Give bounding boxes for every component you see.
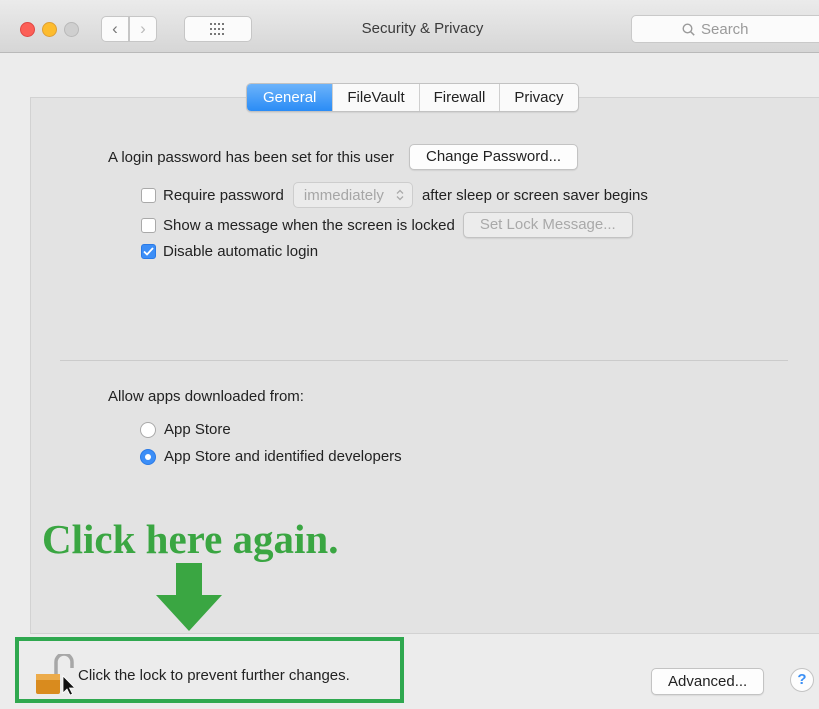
down-arrow-icon — [156, 563, 222, 631]
help-button[interactable]: ? — [790, 668, 814, 692]
disable-auto-login-row: Disable automatic login — [141, 243, 318, 260]
search-field[interactable]: Search — [631, 15, 819, 43]
require-password-checkbox[interactable] — [141, 187, 156, 203]
disable-auto-login-checkbox[interactable] — [141, 244, 156, 259]
chevron-right-icon: › — [140, 19, 146, 38]
show-message-label: Show a message when the screen is locked — [163, 216, 455, 234]
callout-text: Click here again. — [42, 516, 339, 562]
tab-filevault[interactable]: FileVault — [332, 84, 418, 111]
lock-open-icon[interactable] — [34, 654, 74, 696]
grid-icon — [210, 23, 224, 35]
search-icon — [682, 22, 695, 36]
section-divider — [60, 360, 788, 361]
login-password-text: A login password has been set for this u… — [108, 148, 394, 166]
require-password-row: Require password immediately after sleep… — [141, 182, 648, 208]
updown-chevron-icon — [396, 189, 404, 201]
close-window-button[interactable] — [20, 22, 35, 37]
show-message-row: Show a message when the screen is locked… — [141, 212, 633, 238]
tab-general[interactable]: General — [247, 84, 333, 111]
identified-developers-radio[interactable] — [140, 448, 156, 465]
search-placeholder: Search — [701, 20, 749, 38]
minimize-window-button[interactable] — [42, 22, 57, 37]
require-password-suffix: after sleep or screen saver begins — [421, 186, 648, 204]
require-password-label: Require password — [163, 186, 284, 204]
zoom-window-button[interactable] — [64, 22, 79, 37]
checkmark-icon — [143, 247, 154, 256]
show-all-button[interactable] — [184, 16, 252, 42]
radio-app-store-row: App Store — [140, 421, 231, 438]
back-button[interactable]: ‹ — [101, 16, 129, 42]
login-password-row: A login password has been set for this u… — [108, 144, 579, 170]
require-password-select[interactable]: immediately — [292, 182, 413, 208]
require-password-select-value: immediately — [303, 186, 384, 204]
identified-developers-label: App Store and identified developers — [164, 448, 402, 465]
tab-bar: General FileVault Firewall Privacy — [246, 83, 579, 112]
chevron-left-icon: ‹ — [112, 19, 118, 38]
forward-button[interactable]: › — [129, 16, 157, 42]
lock-label: Click the lock to prevent further change… — [78, 666, 350, 684]
title-bar: ‹ › Security & Privacy Search — [0, 0, 819, 53]
app-store-radio[interactable] — [140, 421, 156, 438]
disable-auto-login-label: Disable automatic login — [163, 243, 319, 260]
tab-privacy[interactable]: Privacy — [499, 84, 577, 111]
set-lock-message-button[interactable]: Set Lock Message... — [462, 212, 633, 238]
radio-identified-row: App Store and identified developers — [140, 448, 402, 465]
lock-row: Click the lock to prevent further change… — [34, 654, 350, 696]
tab-firewall[interactable]: Firewall — [418, 84, 500, 111]
window-title: Security & Privacy — [361, 20, 484, 37]
advanced-button[interactable]: Advanced... — [651, 668, 765, 695]
allow-apps-heading: Allow apps downloaded from: — [108, 388, 304, 405]
change-password-button[interactable]: Change Password... — [409, 144, 579, 170]
app-store-label: App Store — [164, 421, 231, 438]
show-message-checkbox[interactable] — [141, 217, 156, 233]
